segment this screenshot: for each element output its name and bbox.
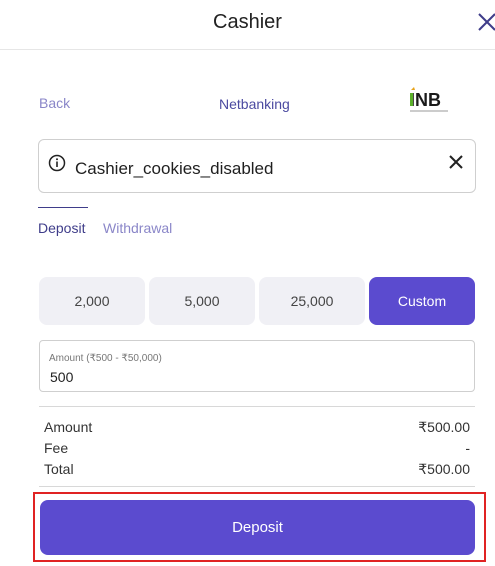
alert-message: Cashier_cookies_disabled: [75, 159, 274, 178]
active-tab-indicator: [38, 207, 88, 208]
amount-options: 2,000 5,000 25,000 Custom: [39, 277, 475, 325]
summary-row-amount: Amount ₹500.00: [44, 419, 470, 439]
amount-25000-button[interactable]: 25,000: [259, 277, 365, 325]
tab-withdrawal[interactable]: Withdrawal: [103, 220, 172, 236]
summary-row-fee: Fee -: [44, 440, 470, 460]
amount-2000-button[interactable]: 2,000: [39, 277, 145, 325]
summary-amount-label: Amount: [44, 419, 93, 435]
cookies-alert: Cashier_cookies_disabled: [38, 139, 476, 193]
tab-deposit[interactable]: Deposit: [38, 220, 85, 236]
page-title: Cashier: [213, 11, 282, 33]
summary-total-label: Total: [44, 461, 74, 477]
close-icon[interactable]: [475, 8, 495, 36]
info-icon: [48, 154, 66, 172]
summary-amount-value: ₹500.00: [418, 419, 470, 435]
deposit-button[interactable]: Deposit: [40, 500, 475, 555]
cashier-header: Cashier: [0, 0, 495, 50]
amount-custom-button[interactable]: Custom: [369, 277, 475, 325]
summary-fee-label: Fee: [44, 440, 69, 456]
payment-method-title: Netbanking: [219, 96, 290, 112]
amount-5000-button[interactable]: 5,000: [149, 277, 255, 325]
close-icon[interactable]: [447, 153, 465, 171]
svg-text:INB: INB: [410, 90, 441, 110]
amount-input-value[interactable]: 500: [50, 369, 73, 385]
summary-row-total: Total ₹500.00: [44, 461, 470, 481]
summary-total-value: ₹500.00: [418, 461, 470, 477]
back-link[interactable]: Back: [39, 95, 70, 111]
amount-input-label: Amount (₹500 - ₹50,000): [49, 353, 162, 364]
summary-fee-value: -: [465, 440, 470, 456]
subnav: Back Netbanking INB: [0, 80, 495, 130]
bank-logo: INB: [408, 86, 452, 118]
tab-bar: Deposit Withdrawal: [38, 207, 338, 247]
amount-input[interactable]: Amount (₹500 - ₹50,000) 500: [39, 340, 475, 392]
payment-summary: Amount ₹500.00 Fee - Total ₹500.00: [39, 406, 475, 487]
